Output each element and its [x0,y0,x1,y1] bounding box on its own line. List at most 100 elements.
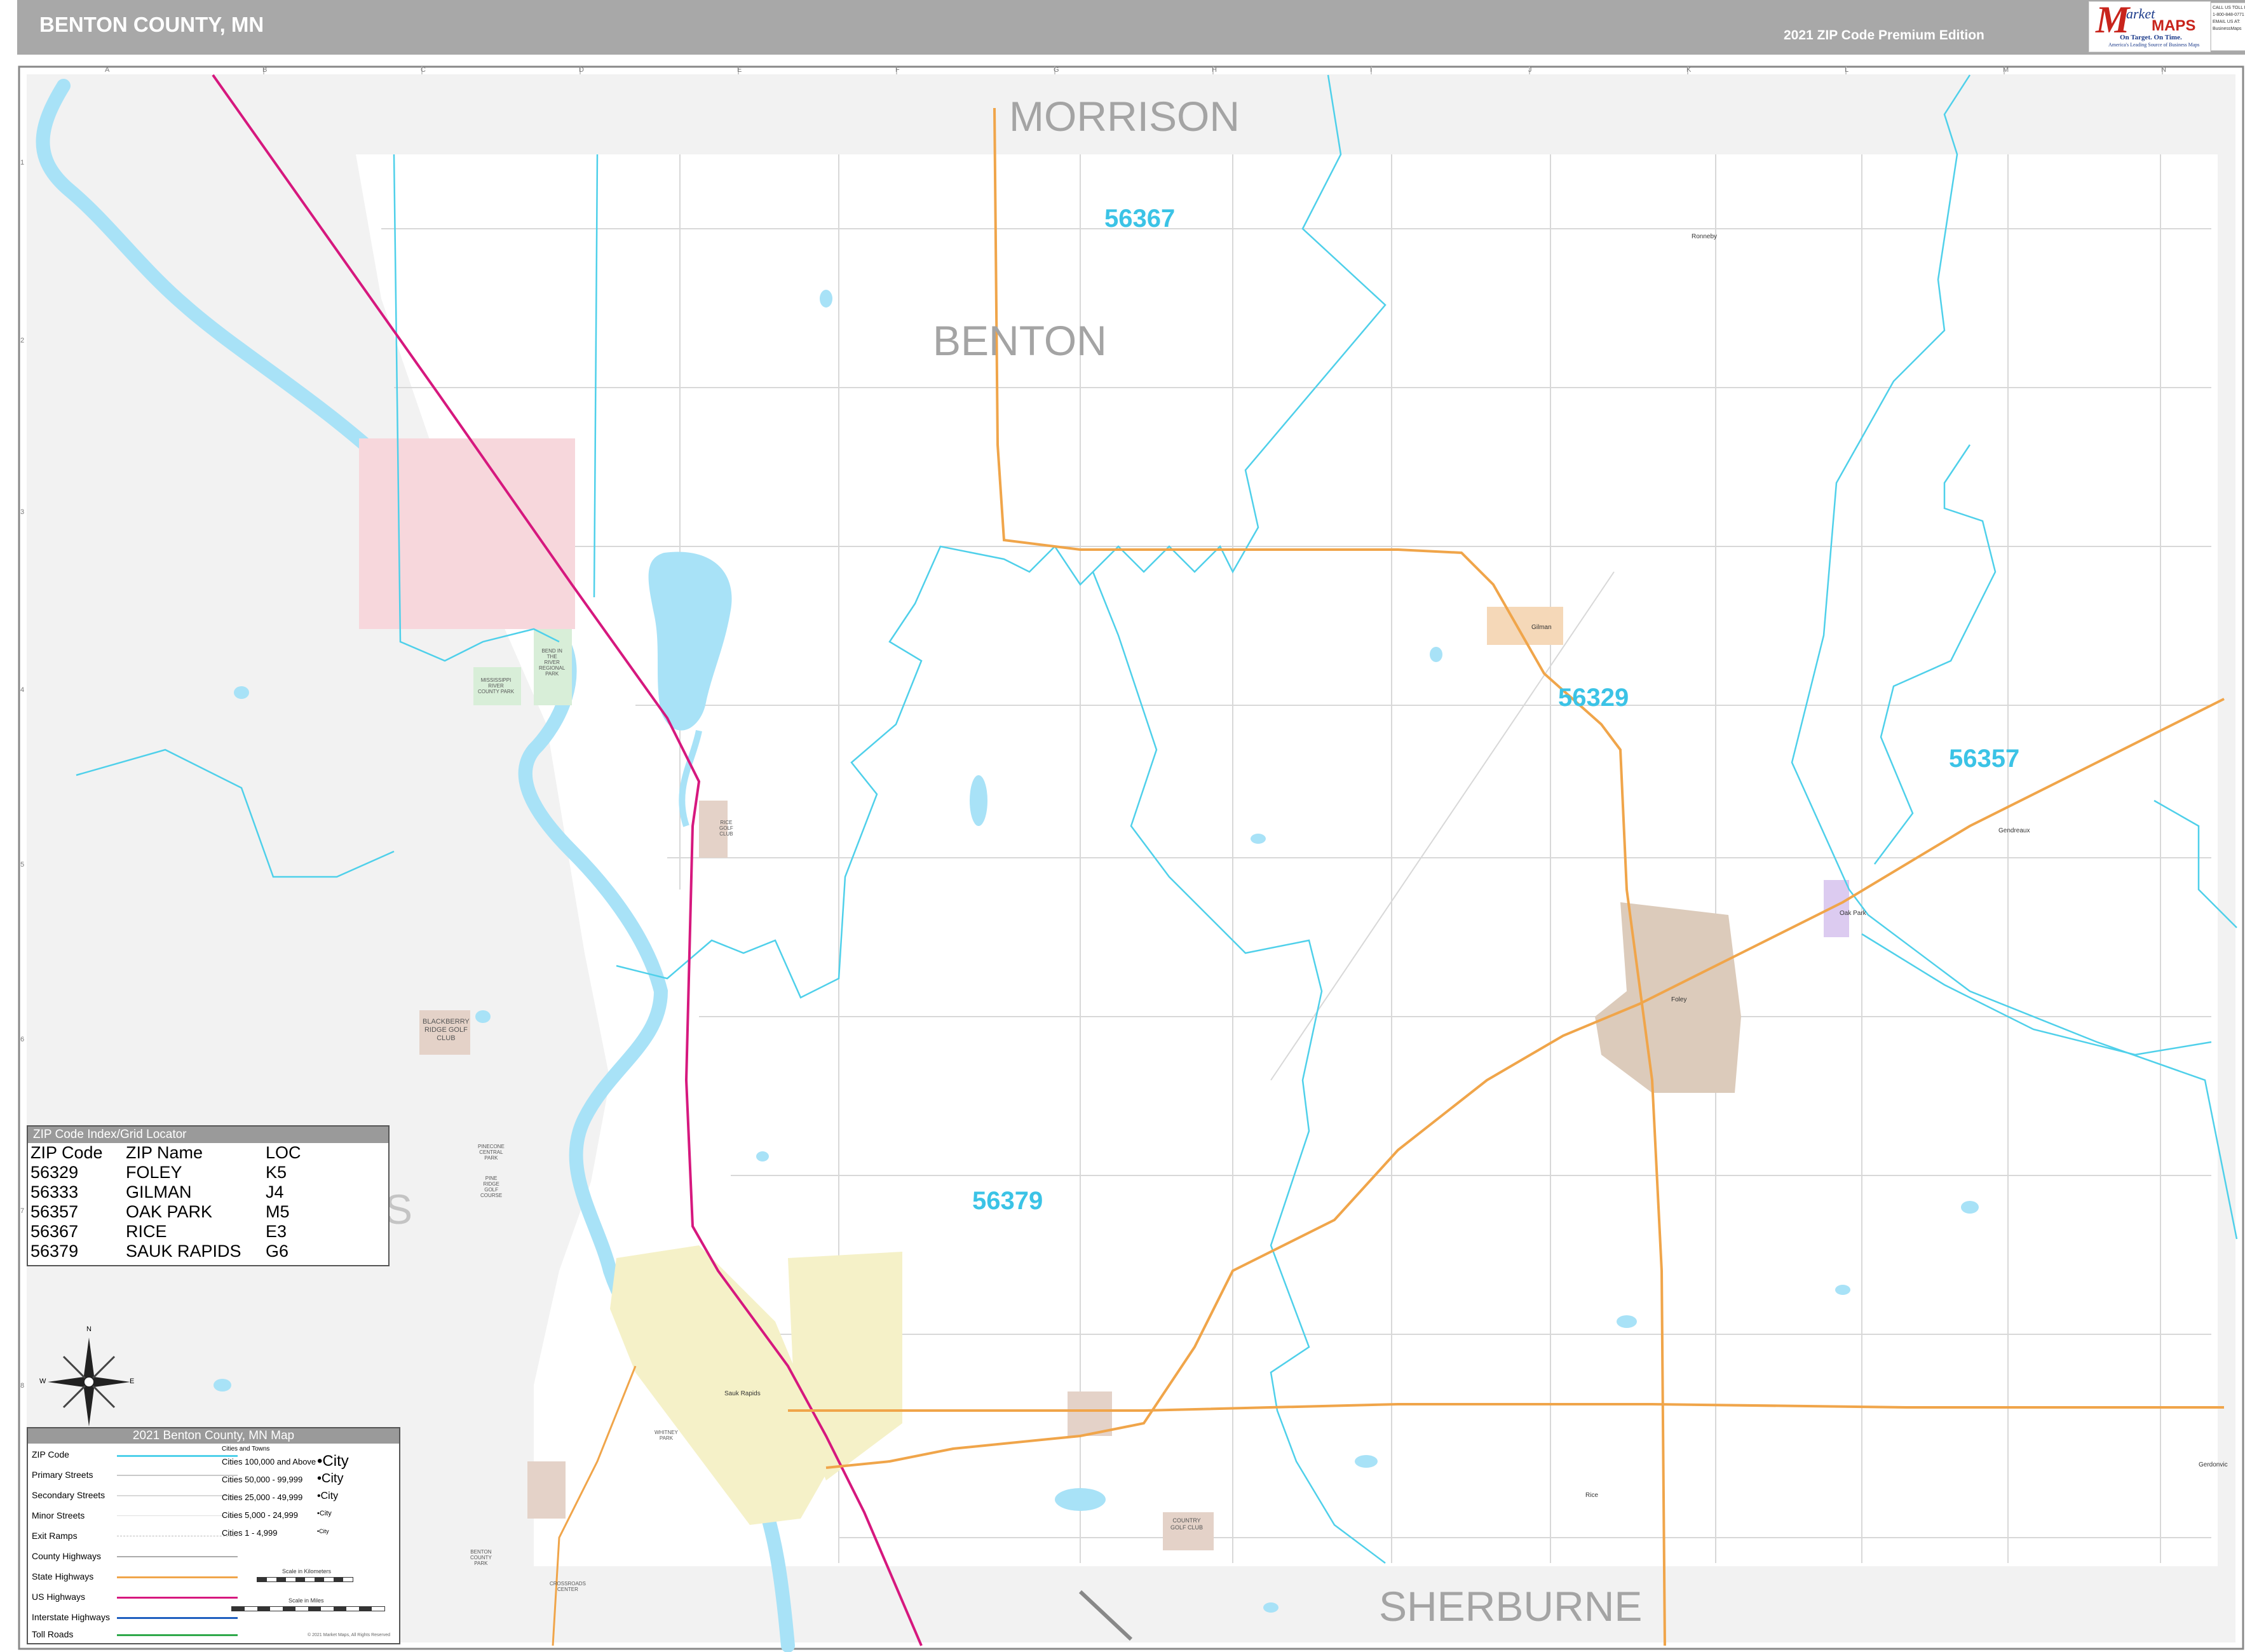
table-row: 56333 GILMAN J4 [31,1182,301,1202]
zip-index-table: ZIP Code ZIP Name LOC 56329 FOLEY K5 563… [31,1143,301,1261]
grid-col-label: H [1212,66,1217,74]
region-label-sherburne: SHERBURNE [1379,1583,1643,1630]
table-row: 56329 FOLEY K5 [31,1163,301,1182]
legend-swatch-primary [117,1475,238,1476]
legend-label: ZIP Code [32,1449,69,1459]
rice-city-area [359,438,575,629]
city-tier-sample: •City [317,1452,349,1470]
place-line: COUNTY PARK [478,689,515,694]
legend-label: State Highways [32,1571,94,1581]
grid-col-label: B [262,66,268,74]
place-line: CLUB [437,1034,456,1042]
zip-name-cell: GILMAN [126,1182,192,1202]
table-row: 56357 OAK PARK M5 [31,1202,301,1222]
grid-row-label: 1 [20,159,25,166]
place-label-gendreaux: Gendreaux [1998,827,2030,834]
place-line: MISSISSIPPI [480,677,512,683]
cities-title: Cities and Towns [222,1446,270,1452]
zip-cell: 56379 [31,1242,79,1261]
grid-row-label: 6 [20,1036,25,1043]
zip-label-56379: 56379 [972,1187,1043,1215]
place-line: BLACKBERRY [423,1018,470,1026]
place-line: REGIONAL [539,665,566,671]
place-line: PARK [484,1155,498,1161]
legend-label: Interstate Highways [32,1612,110,1622]
place-line: RIVER [488,683,504,689]
zip-cell: 56367 [31,1222,79,1241]
place-line: RIVER [544,660,560,665]
legend-swatch-minor [117,1515,238,1516]
legend-label: County Highways [32,1551,101,1561]
zip-label-56357: 56357 [1949,745,2020,773]
scale-mi-label: Scale in Miles [288,1597,324,1604]
grid-col-label: I [1370,66,1373,74]
loc-cell: J4 [266,1182,284,1202]
column-header: ZIP Name [126,1143,203,1162]
place-label-rice: Rice [1585,1492,1599,1499]
grid-row-label: 2 [20,337,25,344]
place-line: RIDGE [483,1181,499,1187]
place-line: PARK [545,671,559,677]
place-line: RIDGE GOLF [424,1026,468,1034]
place-line: WHITNEY [655,1430,678,1435]
region-label-morrison: MORRISON [1009,93,1240,140]
place-label-pinecone: PINECONE CENTRAL PARK [478,1144,505,1161]
grid-col-label: F [895,66,900,74]
golf-area [527,1461,566,1519]
east-county-area [2218,154,2235,1566]
place-line: PARK [474,1561,488,1566]
place-line: CROSSROADS [550,1581,586,1587]
city-tier-label: Cities 100,000 and Above [222,1457,316,1466]
scale-km-label: Scale in Kilometers [282,1568,332,1574]
city-tier-sample: •City [317,1491,339,1501]
place-label-pine-ridge: PINE RIDGE GOLF COURSE [480,1175,502,1198]
zip-name-cell: OAK PARK [126,1202,213,1221]
place-label-benton-park: BENTON COUNTY PARK [470,1549,492,1566]
compass-n: N [86,1325,92,1333]
grid-col-label: D [579,66,584,74]
place-line: COUNTRY [1172,1517,1201,1524]
compass-w: W [39,1378,46,1385]
legend-swatch-secondary [117,1495,238,1496]
grid-col-label: A [105,66,110,74]
zip-index-panel: ZIP Code Index/Grid Locator ZIP Code ZIP… [27,1125,390,1266]
legend-label: Secondary Streets [32,1490,105,1500]
table-row: 56367 RICE E3 [31,1222,301,1242]
place-line: BENTON [470,1549,492,1555]
place-label-oak-park: Oak Park [1840,910,1866,917]
place-line: BEND IN [541,648,562,654]
place-label-country-golf: COUNTRY GOLF CLUB [1170,1517,1203,1531]
golf-area [1068,1391,1112,1436]
grid-col-label: E [737,66,742,74]
legend-label: Toll Roads [32,1629,74,1639]
column-header: ZIP Code [31,1143,103,1162]
compass-rose: N S W E [39,1325,134,1435]
table-header-row: ZIP Code ZIP Name LOC [31,1143,301,1163]
city-tier-label: Cities 25,000 - 49,999 [222,1493,303,1502]
grid-col-label: N [2161,66,2166,74]
loc-cell: M5 [266,1202,290,1221]
place-label-whitney-park: WHITNEY PARK [655,1430,678,1441]
zip-name-cell: RICE [126,1222,167,1241]
legend-swatch-us [117,1597,238,1599]
place-line: PARK [659,1435,674,1441]
city-tier-sample: •City [317,1510,332,1517]
legend-swatch-state [117,1576,238,1578]
place-label-ronneby: Ronneby [1692,233,1718,240]
legend-swatch-toll [117,1634,238,1636]
place-line: CENTRAL [479,1149,503,1155]
place-line: GOLF [719,825,733,831]
grid-col-label: J [1528,66,1532,74]
loc-cell: G6 [266,1242,289,1261]
grid-col-label: K [1686,66,1692,74]
city-tier-sample: •City [317,1472,344,1486]
city-tier-sample: •City [317,1528,329,1534]
place-line: RICE [720,820,733,825]
compass-star-icon [48,1337,130,1426]
place-line: COUNTY [470,1555,492,1561]
city-tier-label: Cities 5,000 - 24,999 [222,1510,298,1520]
zip-cell: 56329 [31,1163,79,1182]
grid-row-label: 5 [20,861,25,869]
grid-col-label: L [1845,66,1849,74]
place-line: CENTER [557,1587,578,1592]
